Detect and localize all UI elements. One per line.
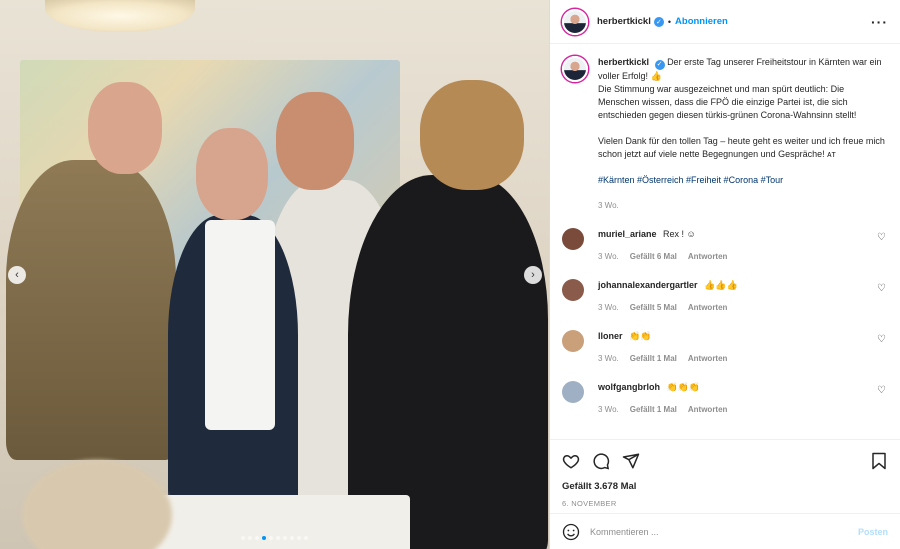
follow-button[interactable]: Abonnieren <box>675 16 728 27</box>
comment-text: 👏👏👏 <box>666 381 701 392</box>
verified-badge-icon: ✓ <box>654 59 665 70</box>
person-left-head <box>88 82 162 174</box>
comment-username[interactable]: muriel_ariane <box>598 229 657 239</box>
ceiling-lamp <box>45 0 195 32</box>
carousel-dot <box>276 536 280 540</box>
comment-timestamp[interactable]: 3 Wo. <box>598 353 619 365</box>
post-sidebar: herbertkickl ✓ • Abonnieren ··· herbertk… <box>549 0 900 549</box>
heart-icon[interactable] <box>562 452 580 470</box>
comment-text: 👍👍👍 <box>704 279 738 290</box>
comment-timestamp[interactable]: 3 Wo. <box>598 404 619 416</box>
comment-avatar[interactable] <box>562 227 584 250</box>
carousel-dot <box>262 536 266 540</box>
post-photo[interactable]: ‹ › <box>0 0 549 549</box>
comment-item: muriel_ariane Rex ! ☺ 3 Wo. Gefällt 6 Ma… <box>562 227 888 263</box>
carousel-prev-button[interactable]: ‹ <box>8 266 26 284</box>
comment-username[interactable]: johannalexandergartler <box>598 280 698 290</box>
reply-button[interactable]: Antworten <box>688 251 728 263</box>
carousel-dot <box>304 536 308 540</box>
caption-text: Der erste Tag unserer Freiheitstour in K… <box>598 57 885 159</box>
comment-likes[interactable]: Gefällt 1 Mal <box>630 353 677 365</box>
carousel-dot <box>290 536 294 540</box>
comment-avatar[interactable] <box>562 278 584 301</box>
comment-meta: 3 Wo. Gefällt 1 Mal Antworten <box>598 353 727 365</box>
carousel-dot <box>283 536 287 540</box>
emoji-icon[interactable] <box>562 523 580 541</box>
reply-button[interactable]: Antworten <box>688 353 728 365</box>
comment-composer: Posten <box>550 513 900 549</box>
comments-list[interactable]: herbertkickl ✓ Der erste Tag unserer Fre… <box>550 44 900 439</box>
reply-button[interactable]: Antworten <box>688 302 728 314</box>
caption-hashtags[interactable]: #Kärnten #Österreich #Freiheit #Corona #… <box>598 174 888 187</box>
comment-body: wolfgangbrloh 👏👏👏 3 Wo. Gefällt 1 Mal An… <box>598 381 727 416</box>
person-mustache-head <box>276 92 354 190</box>
reply-button[interactable]: Antworten <box>688 404 728 416</box>
caption-username[interactable]: herbertkickl <box>598 57 649 67</box>
send-icon[interactable] <box>622 452 640 470</box>
comment-username[interactable]: lloner <box>598 331 623 341</box>
comment-text: Rex ! ☺ <box>663 228 696 239</box>
comment-item: lloner 👏👏 3 Wo. Gefällt 1 Mal Antworten … <box>562 329 888 365</box>
person-back-head <box>420 80 524 190</box>
comment-text: 👏👏 <box>629 330 652 341</box>
comment-meta: 3 Wo. Gefällt 6 Mal Antworten <box>598 251 727 263</box>
table <box>150 495 410 549</box>
carousel-dot <box>241 536 245 540</box>
comment-likes[interactable]: Gefällt 5 Mal <box>630 302 677 314</box>
carousel-dot <box>269 536 273 540</box>
carousel-dots <box>0 536 549 540</box>
comment-meta: 3 Wo. Gefällt 1 Mal Antworten <box>598 404 727 416</box>
caption-body: herbertkickl ✓ Der erste Tag unserer Fre… <box>598 56 888 212</box>
carousel-dot <box>297 536 301 540</box>
comment-body: lloner 👏👏 3 Wo. Gefällt 1 Mal Antworten <box>598 330 727 365</box>
comment-like-heart-icon[interactable]: ♡ <box>877 283 886 294</box>
header-separator: • <box>667 16 672 27</box>
comment-like-heart-icon[interactable]: ♡ <box>877 232 886 243</box>
comment-likes[interactable]: Gefällt 1 Mal <box>630 404 677 416</box>
comment-like-heart-icon[interactable]: ♡ <box>877 385 886 396</box>
comment-body: johannalexandergartler 👍👍👍 3 Wo. Gefällt… <box>598 279 738 314</box>
comment-avatar[interactable] <box>562 380 584 403</box>
comment-likes[interactable]: Gefällt 6 Mal <box>630 251 677 263</box>
comment-timestamp[interactable]: 3 Wo. <box>598 251 619 263</box>
post-actions: Gefällt 3.678 Mal 6. NOVEMBER <box>550 439 900 513</box>
post-comment-button[interactable]: Posten <box>858 527 888 537</box>
comment-icon[interactable] <box>592 452 610 470</box>
person-glasses-shirt <box>205 220 275 430</box>
post-header: herbertkickl ✓ • Abonnieren ··· <box>550 0 900 44</box>
carousel-next-button[interactable]: › <box>524 266 542 284</box>
comment-input[interactable] <box>590 526 858 537</box>
person-back-jacket <box>348 175 548 549</box>
person-glasses-head <box>196 128 268 220</box>
comment-item: johannalexandergartler 👍👍👍 3 Wo. Gefällt… <box>562 278 888 314</box>
caption-timestamp[interactable]: 3 Wo. <box>598 199 888 212</box>
comment-meta: 3 Wo. Gefällt 5 Mal Antworten <box>598 302 738 314</box>
instagram-post-modal: ‹ › herbertkickl ✓ • Abonnieren ··· herb… <box>0 0 900 549</box>
person-left-jacket <box>6 160 176 460</box>
author-username[interactable]: herbertkickl <box>597 16 651 27</box>
comment-like-heart-icon[interactable]: ♡ <box>877 334 886 345</box>
comment-username[interactable]: wolfgangbrloh <box>598 382 660 392</box>
bookmark-icon[interactable] <box>870 452 888 470</box>
caption: herbertkickl ✓ Der erste Tag unserer Fre… <box>562 56 888 212</box>
author-avatar[interactable] <box>562 8 588 35</box>
carousel-dot <box>255 536 259 540</box>
likes-count[interactable]: Gefällt 3.678 Mal <box>562 481 888 492</box>
caption-avatar[interactable] <box>562 56 588 82</box>
post-date[interactable]: 6. NOVEMBER <box>562 499 888 508</box>
comment-avatar[interactable] <box>562 329 584 352</box>
verified-badge-icon: ✓ <box>653 16 664 27</box>
more-horizontal-icon[interactable]: ··· <box>871 14 888 30</box>
comment-item: wolfgangbrloh 👏👏👏 3 Wo. Gefällt 1 Mal An… <box>562 380 888 416</box>
comment-container: muriel_ariane Rex ! ☺ 3 Wo. Gefällt 6 Ma… <box>562 227 888 416</box>
action-icons <box>562 448 888 474</box>
comment-timestamp[interactable]: 3 Wo. <box>598 302 619 314</box>
carousel-dot <box>248 536 252 540</box>
comment-body: muriel_ariane Rex ! ☺ 3 Wo. Gefällt 6 Ma… <box>598 228 727 263</box>
